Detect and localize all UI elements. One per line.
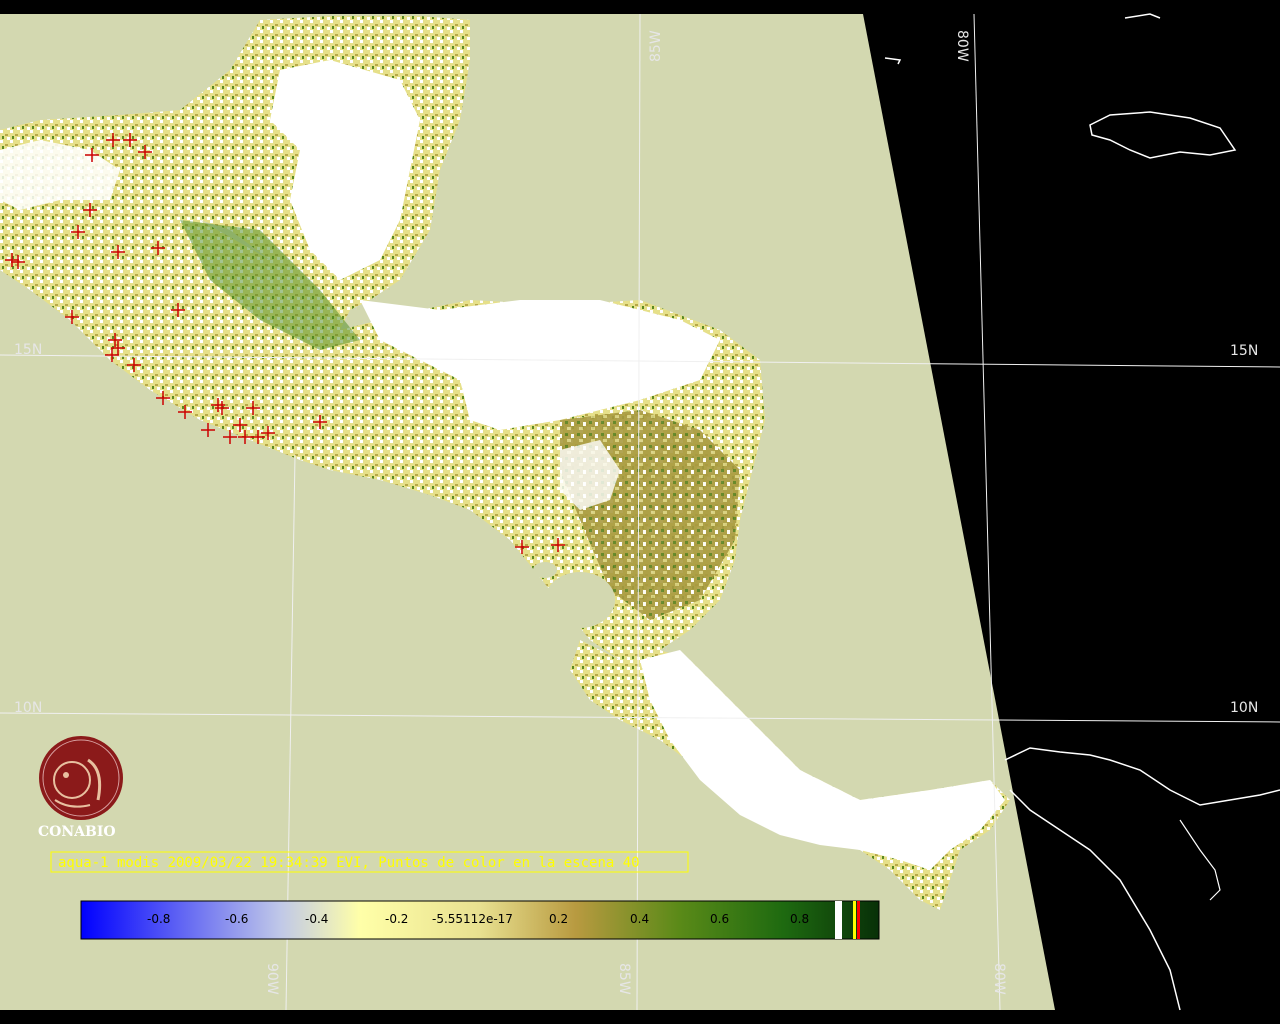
caption-text: aqua-1 modis 2009/03/22 19:34:39 EVI, Pu…	[58, 855, 640, 871]
conabio-logo: CONABIO	[38, 736, 123, 840]
label-85w-bottom: 85W	[616, 963, 632, 995]
label-10n-left: 10N	[14, 700, 42, 716]
label-80w-bottom: 80W	[991, 963, 1007, 995]
label-15n-left: 15N	[14, 342, 42, 358]
evi-map: 85W 80W 15N 15N 10N 10N 90W 85W 80W CONA…	[0, 0, 1280, 1024]
legend-ticks: -0.8 -0.6 -0.4 -0.2 -5.55112e-17 0.2 0.4 0.6 0.8	[147, 912, 809, 926]
label-10n-right: 10N	[1230, 700, 1258, 716]
legend-tick-label: 0.8	[790, 912, 809, 926]
legend-tick-label: 0.4	[630, 912, 649, 926]
legend-tick-label: -0.6	[225, 912, 248, 926]
legend-tick-label: -5.55112e-17	[432, 912, 513, 926]
legend-tick-label: -0.4	[305, 912, 328, 926]
legend-yellow-swatch	[853, 901, 856, 939]
scene-caption: aqua-1 modis 2009/03/22 19:34:39 EVI, Pu…	[50, 851, 689, 873]
conabio-seal-icon	[39, 736, 123, 820]
label-85w-top: 85W	[648, 30, 664, 62]
lake-managua	[533, 562, 557, 578]
legend-tick-label: -0.2	[385, 912, 408, 926]
label-15n-right: 15N	[1230, 343, 1258, 359]
legend-red-swatch	[857, 901, 860, 939]
label-90w-bottom: 90W	[264, 963, 280, 995]
legend-tick-label: -0.8	[147, 912, 170, 926]
evi-legend: -0.8 -0.6 -0.4 -0.2 -5.55112e-17 0.2 0.4 0.6 0.8	[80, 900, 880, 940]
legend-white-swatch	[835, 901, 842, 939]
legend-tick-label: 0.6	[710, 912, 729, 926]
legend-tick-label: 0.2	[549, 912, 568, 926]
lake-nicaragua	[545, 572, 615, 628]
conabio-name: CONABIO	[38, 824, 116, 840]
label-80w-top: 80W	[954, 30, 970, 62]
